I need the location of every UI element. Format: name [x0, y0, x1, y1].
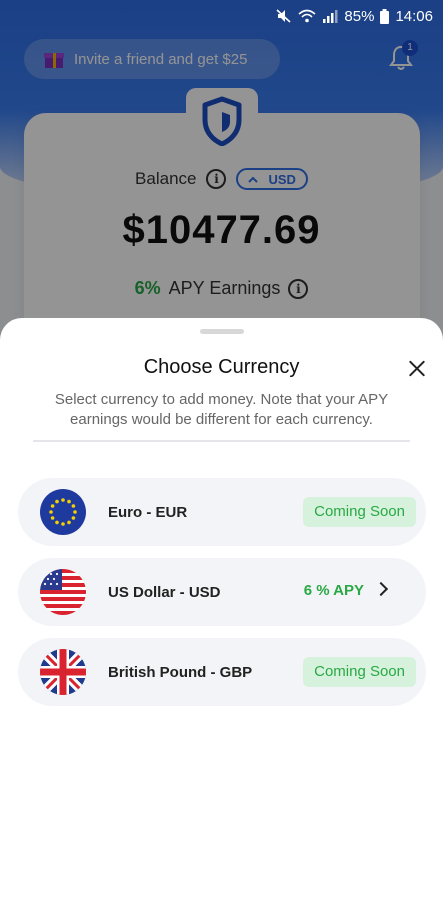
- currency-name: US Dollar - USD: [108, 583, 221, 601]
- clock: 14:06: [395, 7, 433, 25]
- apy-value: 6 % APY: [303, 582, 364, 599]
- currency-option-usd[interactable]: US Dollar - USD 6 % APY: [18, 558, 426, 626]
- signal-icon: [323, 10, 338, 23]
- currency-name: Euro - EUR: [108, 503, 188, 521]
- currency-option-gbp[interactable]: British Pound - GBP Coming Soon: [18, 638, 426, 706]
- chevron-right-icon: [373, 581, 389, 597]
- coming-soon-badge: Coming Soon: [303, 497, 416, 527]
- choose-currency-sheet: Choose Currency Select currency to add m…: [0, 318, 443, 900]
- sheet-subtitle: Select currency to add money. Note that …: [54, 391, 389, 428]
- close-button[interactable]: [404, 356, 430, 382]
- us-flag-icon: [40, 569, 86, 615]
- sheet-drag-handle[interactable]: [200, 329, 244, 334]
- sheet-title: Choose Currency: [143, 356, 300, 378]
- eu-flag-icon: [40, 489, 86, 535]
- wifi-icon: [298, 9, 316, 23]
- status-bar: 85% 14:06: [0, 0, 443, 32]
- battery-percent: 85%: [344, 7, 375, 25]
- coming-soon-badge: Coming Soon: [303, 657, 416, 687]
- uk-flag-icon: [40, 649, 86, 695]
- currency-name: British Pound - GBP: [108, 663, 253, 681]
- currency-option-eur[interactable]: Euro - EUR Coming Soon: [18, 478, 426, 546]
- battery-icon: [380, 8, 390, 24]
- divider: [33, 440, 410, 442]
- mute-icon: [276, 9, 291, 23]
